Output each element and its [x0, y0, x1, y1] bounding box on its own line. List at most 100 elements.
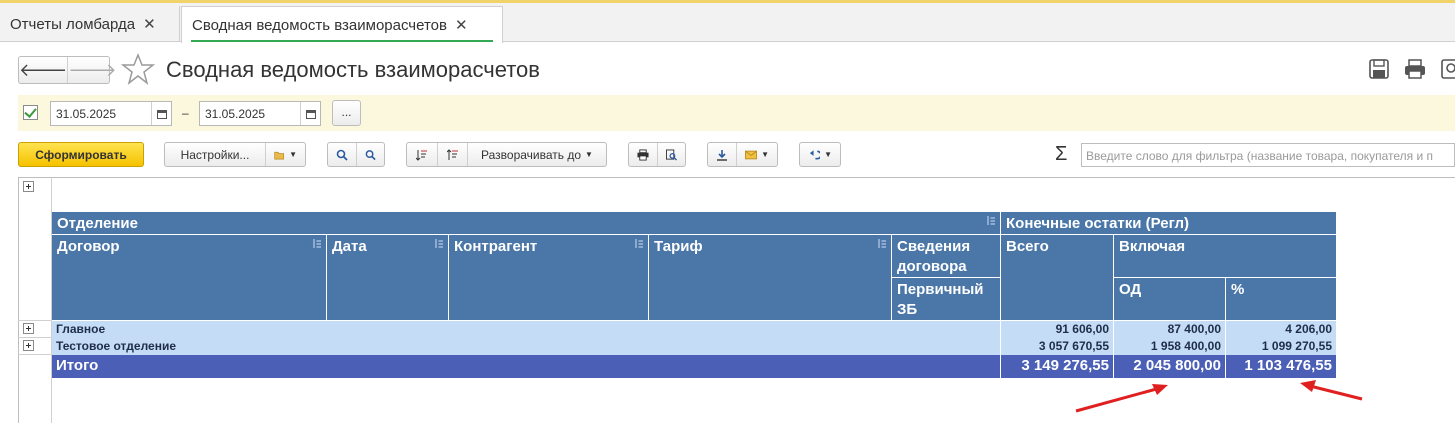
- period-picker-button[interactable]: ...: [332, 100, 361, 126]
- sort-icon: [446, 148, 458, 160]
- active-tab-indicator: [191, 40, 493, 42]
- column-end-balances[interactable]: Конечные остатки (Регл): [1001, 212, 1337, 235]
- tab-label: Сводная ведомость взаиморасчетов: [192, 16, 447, 34]
- annotation-arrow-percent: [1309, 384, 1363, 401]
- chevron-down-icon: ▼: [761, 150, 769, 159]
- sort-icon[interactable]: [312, 238, 322, 250]
- preview-icon[interactable]: [1440, 58, 1455, 80]
- sort-ascending-button[interactable]: [407, 143, 437, 166]
- annotation-arrows: [1075, 380, 1363, 413]
- cell-percent[interactable]: 4 206,00: [1226, 321, 1337, 338]
- column-title: Контрагент: [454, 238, 538, 255]
- sort-icon[interactable]: [986, 215, 996, 227]
- column-title: Отделение: [57, 215, 138, 232]
- find-button[interactable]: [328, 143, 356, 166]
- print-button-group: [628, 142, 686, 167]
- sum-icon[interactable]: Σ: [1055, 143, 1067, 166]
- expand-row-icon[interactable]: [23, 323, 34, 334]
- generate-button[interactable]: Сформировать: [18, 142, 144, 167]
- column-counterparty[interactable]: Контрагент: [449, 235, 649, 321]
- sort-icon: [416, 149, 427, 161]
- column-contract[interactable]: Договор: [52, 235, 327, 321]
- close-icon[interactable]: ✕: [455, 16, 468, 34]
- date-from-field[interactable]: 31.05.2025: [50, 101, 172, 126]
- period-filter-panel: 31.05.2025 – 31.05.2025 ...: [18, 95, 1455, 131]
- search-icon: [336, 149, 348, 161]
- cell-total[interactable]: 3 057 670,55: [1001, 338, 1114, 355]
- column-department[interactable]: Отделение: [52, 212, 1001, 235]
- print-icon: [637, 148, 649, 161]
- column-percent[interactable]: %: [1226, 278, 1337, 321]
- period-checkbox[interactable]: [23, 105, 38, 120]
- print-icon[interactable]: [1404, 58, 1426, 80]
- back-arrow-icon[interactable]: 🡐: [19, 57, 67, 83]
- expand-to-dropdown[interactable]: Разворачивать до ▼: [467, 143, 606, 166]
- sort-expand-group: Разворачивать до ▼: [406, 142, 607, 167]
- chevron-down-icon: ▼: [585, 150, 593, 159]
- expand-all-icon[interactable]: [23, 181, 34, 192]
- date-to-value: 31.05.2025: [205, 106, 266, 121]
- find-next-button[interactable]: [356, 143, 384, 166]
- export-button-group: ▼: [707, 142, 778, 167]
- group-row-label[interactable]: Главное: [52, 321, 1001, 338]
- column-contract-info[interactable]: Сведения договора: [892, 235, 1001, 278]
- group-row-label[interactable]: Тестовое отделение: [52, 338, 1001, 355]
- chevron-down-icon: ▼: [289, 150, 297, 159]
- preview-icon: [666, 149, 677, 161]
- back-arrow-icon: [809, 149, 821, 160]
- tab-pawnshop-reports[interactable]: Отчеты ломбарда ✕: [0, 6, 180, 42]
- save-file-button[interactable]: [708, 143, 736, 166]
- column-tariff[interactable]: Тариф: [649, 235, 892, 321]
- print-button[interactable]: [629, 143, 657, 166]
- download-icon: [717, 149, 727, 161]
- send-mail-button[interactable]: ▼: [736, 143, 777, 166]
- column-primary-zb[interactable]: Первичный ЗБ: [892, 278, 1001, 321]
- arrowhead-icon: [1300, 380, 1316, 392]
- sort-descending-button[interactable]: [437, 143, 467, 166]
- sort-icon[interactable]: [634, 238, 644, 250]
- forward-arrow-icon[interactable]: 🡒: [67, 57, 117, 83]
- page-title: Сводная ведомость взаиморасчетов: [166, 57, 540, 82]
- expand-row-icon[interactable]: [23, 340, 34, 351]
- history-nav: 🡐 🡒: [18, 56, 117, 84]
- cell-percent[interactable]: 1 099 270,55: [1226, 338, 1337, 355]
- row-divider: [18, 354, 52, 355]
- tab-bar: Отчеты ломбарда ✕ Сводная ведомость взаи…: [0, 3, 1455, 43]
- calendar-icon[interactable]: [151, 102, 171, 125]
- settings-button[interactable]: Настройки...: [165, 143, 265, 166]
- tab-settlements-summary[interactable]: Сводная ведомость взаиморасчетов ✕: [181, 6, 503, 43]
- column-title: Тариф: [654, 238, 703, 255]
- more-actions-segment: ▼: [800, 143, 840, 166]
- sort-icon[interactable]: [434, 238, 444, 250]
- print-preview-button[interactable]: [657, 143, 685, 166]
- column-total[interactable]: Всего: [1001, 235, 1114, 321]
- cell-od[interactable]: 1 958 400,00: [1114, 338, 1226, 355]
- settings-button-group: Настройки... ▼: [164, 142, 306, 167]
- cell-total[interactable]: 91 606,00: [1001, 321, 1114, 338]
- search-button-group: [327, 142, 385, 167]
- expand-to-label: Разворачивать до: [481, 147, 582, 162]
- filter-search-input[interactable]: Введите слово для фильтра (название това…: [1081, 143, 1455, 167]
- date-to-field[interactable]: 31.05.2025: [199, 101, 321, 126]
- sort-icon[interactable]: [877, 238, 887, 250]
- more-actions-button[interactable]: ▼: [799, 142, 841, 167]
- row-divider: [18, 337, 52, 338]
- close-icon[interactable]: ✕: [143, 15, 156, 33]
- cell-od[interactable]: 87 400,00: [1114, 321, 1226, 338]
- date-from-value: 31.05.2025: [56, 106, 117, 121]
- search-next-icon: [365, 149, 376, 160]
- column-title: Договор: [57, 238, 120, 255]
- column-title: Дата: [332, 238, 367, 255]
- column-including[interactable]: Включая: [1114, 235, 1337, 278]
- column-date[interactable]: Дата: [327, 235, 449, 321]
- mail-icon: [745, 150, 758, 159]
- total-row-label[interactable]: Итого: [52, 355, 1001, 378]
- calendar-icon[interactable]: [300, 102, 320, 125]
- variant-button[interactable]: ▼: [265, 143, 305, 166]
- save-icon[interactable]: [1368, 58, 1390, 80]
- chevron-down-icon: ▼: [824, 150, 832, 159]
- star-icon[interactable]: [121, 53, 155, 85]
- tab-label: Отчеты ломбарда: [10, 15, 136, 33]
- folder-icon: [274, 151, 285, 160]
- column-od[interactable]: ОД: [1114, 278, 1226, 321]
